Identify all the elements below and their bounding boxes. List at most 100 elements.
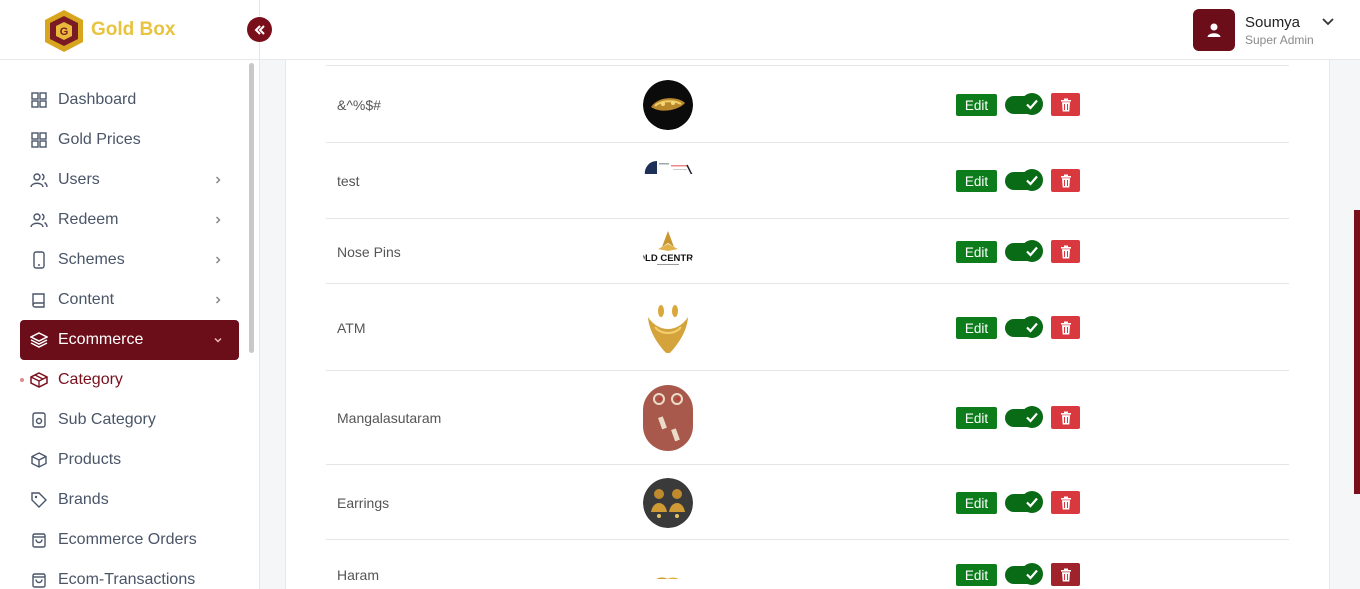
category-name: test (337, 173, 360, 189)
status-toggle[interactable] (1005, 491, 1043, 513)
sidebar-item-ecommerce[interactable]: Ecommerce (20, 320, 239, 360)
chevron-right-icon (211, 173, 225, 187)
trash-icon (1060, 245, 1071, 258)
double-chevron-left-icon (254, 24, 265, 35)
trash-icon (1060, 98, 1071, 111)
sidebar-item-products[interactable]: Products (20, 440, 239, 480)
delete-button[interactable] (1051, 406, 1080, 429)
category-name: Earrings (337, 495, 390, 511)
sidebar-item-label: Brands (58, 491, 109, 508)
tag-icon (30, 491, 48, 509)
users-icon (30, 211, 48, 229)
delete-button[interactable] (1051, 563, 1080, 586)
check-icon (1021, 169, 1043, 191)
collapse-sidebar-button[interactable] (247, 17, 272, 42)
edit-button[interactable]: Edit (956, 317, 997, 339)
brand: G Gold Box (0, 0, 260, 60)
brand-name: Gold Box (91, 19, 176, 40)
trash-icon (1060, 321, 1071, 334)
delete-button[interactable] (1051, 491, 1080, 514)
edit-button[interactable]: Edit (956, 241, 997, 263)
category-table: &^%$# Edit test Edit Nose Pins GOLD CENTRAL Ed… (285, 60, 1330, 589)
table-row: ATM Edit (326, 283, 1289, 370)
edit-button[interactable]: Edit (956, 407, 997, 429)
sidebar-item-gold-prices[interactable]: Gold Prices (20, 120, 239, 160)
layers-icon (30, 331, 48, 349)
category-name: Mangalasutaram (337, 410, 442, 426)
status-toggle[interactable] (1005, 563, 1043, 585)
gold-box-logo-icon[interactable]: G (42, 8, 86, 54)
book-icon (30, 291, 48, 309)
category-image: GOLD CENTRAL (643, 227, 693, 277)
status-toggle[interactable] (1005, 316, 1043, 338)
status-toggle[interactable] (1005, 93, 1043, 115)
sidebar-item-ecommerce-orders[interactable]: Ecommerce Orders (20, 520, 239, 560)
sidebar-item-schemes[interactable]: Schemes (20, 240, 239, 280)
delete-button[interactable] (1051, 93, 1080, 116)
sidebar-item-label: Category (58, 371, 123, 388)
sidebar-item-redeem[interactable]: Redeem (20, 200, 239, 240)
chevron-down-icon (211, 333, 225, 347)
check-icon (1021, 93, 1043, 115)
edit-button[interactable]: Edit (956, 170, 997, 192)
category-name: ATM (337, 320, 366, 336)
bag-icon (30, 531, 48, 549)
chevron-down-icon[interactable] (1321, 15, 1335, 29)
table-row: test Edit (326, 142, 1289, 218)
user-avatar[interactable] (1193, 9, 1235, 51)
sidebar-item-label: Schemes (58, 251, 125, 268)
user-icon (1207, 23, 1221, 37)
category-image (643, 80, 693, 130)
sidebar-item-category[interactable]: Category (20, 360, 239, 400)
chevron-right-icon (211, 213, 225, 227)
sidebar: G Gold Box Dashboard Gold Prices Users Rede… (0, 0, 260, 589)
users-icon (30, 171, 48, 189)
check-icon (1021, 406, 1043, 428)
box-icon (30, 451, 48, 469)
sidebar-nav: Dashboard Gold Prices Users Redeem Schemes Co… (20, 80, 239, 589)
check-icon (1021, 563, 1043, 585)
status-toggle[interactable] (1005, 169, 1043, 191)
edit-button[interactable]: Edit (956, 564, 997, 586)
sidebar-item-users[interactable]: Users (20, 160, 239, 200)
page-scrollbar[interactable] (1354, 210, 1360, 494)
phone-icon (30, 251, 48, 269)
delete-button[interactable] (1051, 316, 1080, 339)
user-name[interactable]: Soumya (1245, 14, 1300, 31)
sidebar-item-ecom-transactions[interactable]: Ecom-Transactions (20, 560, 239, 589)
category-image (643, 478, 693, 528)
check-icon (1021, 491, 1043, 513)
category-image (643, 563, 693, 579)
sidebar-item-dashboard[interactable]: Dashboard (20, 80, 239, 120)
chevron-right-icon (211, 253, 225, 267)
check-icon (1021, 240, 1043, 262)
table-row: Earrings Edit (326, 464, 1289, 539)
svg-text:G: G (60, 26, 69, 38)
sidebar-item-brands[interactable]: Brands (20, 480, 239, 520)
delete-button[interactable] (1051, 169, 1080, 192)
sidebar-scrollbar[interactable] (249, 63, 254, 353)
sidebar-item-label: Ecom-Transactions (58, 571, 196, 588)
chevron-right-icon (211, 293, 225, 307)
category-name: &^%$# (337, 97, 381, 113)
sidebar-item-label: Products (58, 451, 122, 468)
edit-button[interactable]: Edit (956, 94, 997, 116)
sidebar-item-content[interactable]: Content (20, 280, 239, 320)
status-toggle[interactable] (1005, 240, 1043, 262)
category-name: Haram (337, 567, 380, 583)
sidebar-item-label: Gold Prices (58, 131, 141, 148)
sidebar-item-sub-category[interactable]: Sub Category (20, 400, 239, 440)
delete-button[interactable] (1051, 240, 1080, 263)
category-image (643, 157, 693, 174)
category-image (643, 385, 693, 451)
user-role: Super Admin (1245, 33, 1314, 47)
trash-icon (1060, 174, 1071, 187)
edit-button[interactable]: Edit (956, 492, 997, 514)
square-icon (30, 411, 48, 429)
svg-text:GOLD CENTRAL: GOLD CENTRAL (643, 253, 693, 264)
bag-icon (30, 571, 48, 589)
status-toggle[interactable] (1005, 406, 1043, 428)
table-row: Haram Edit (326, 539, 1289, 589)
sidebar-item-label: Dashboard (58, 91, 137, 108)
grid-icon (30, 91, 48, 109)
